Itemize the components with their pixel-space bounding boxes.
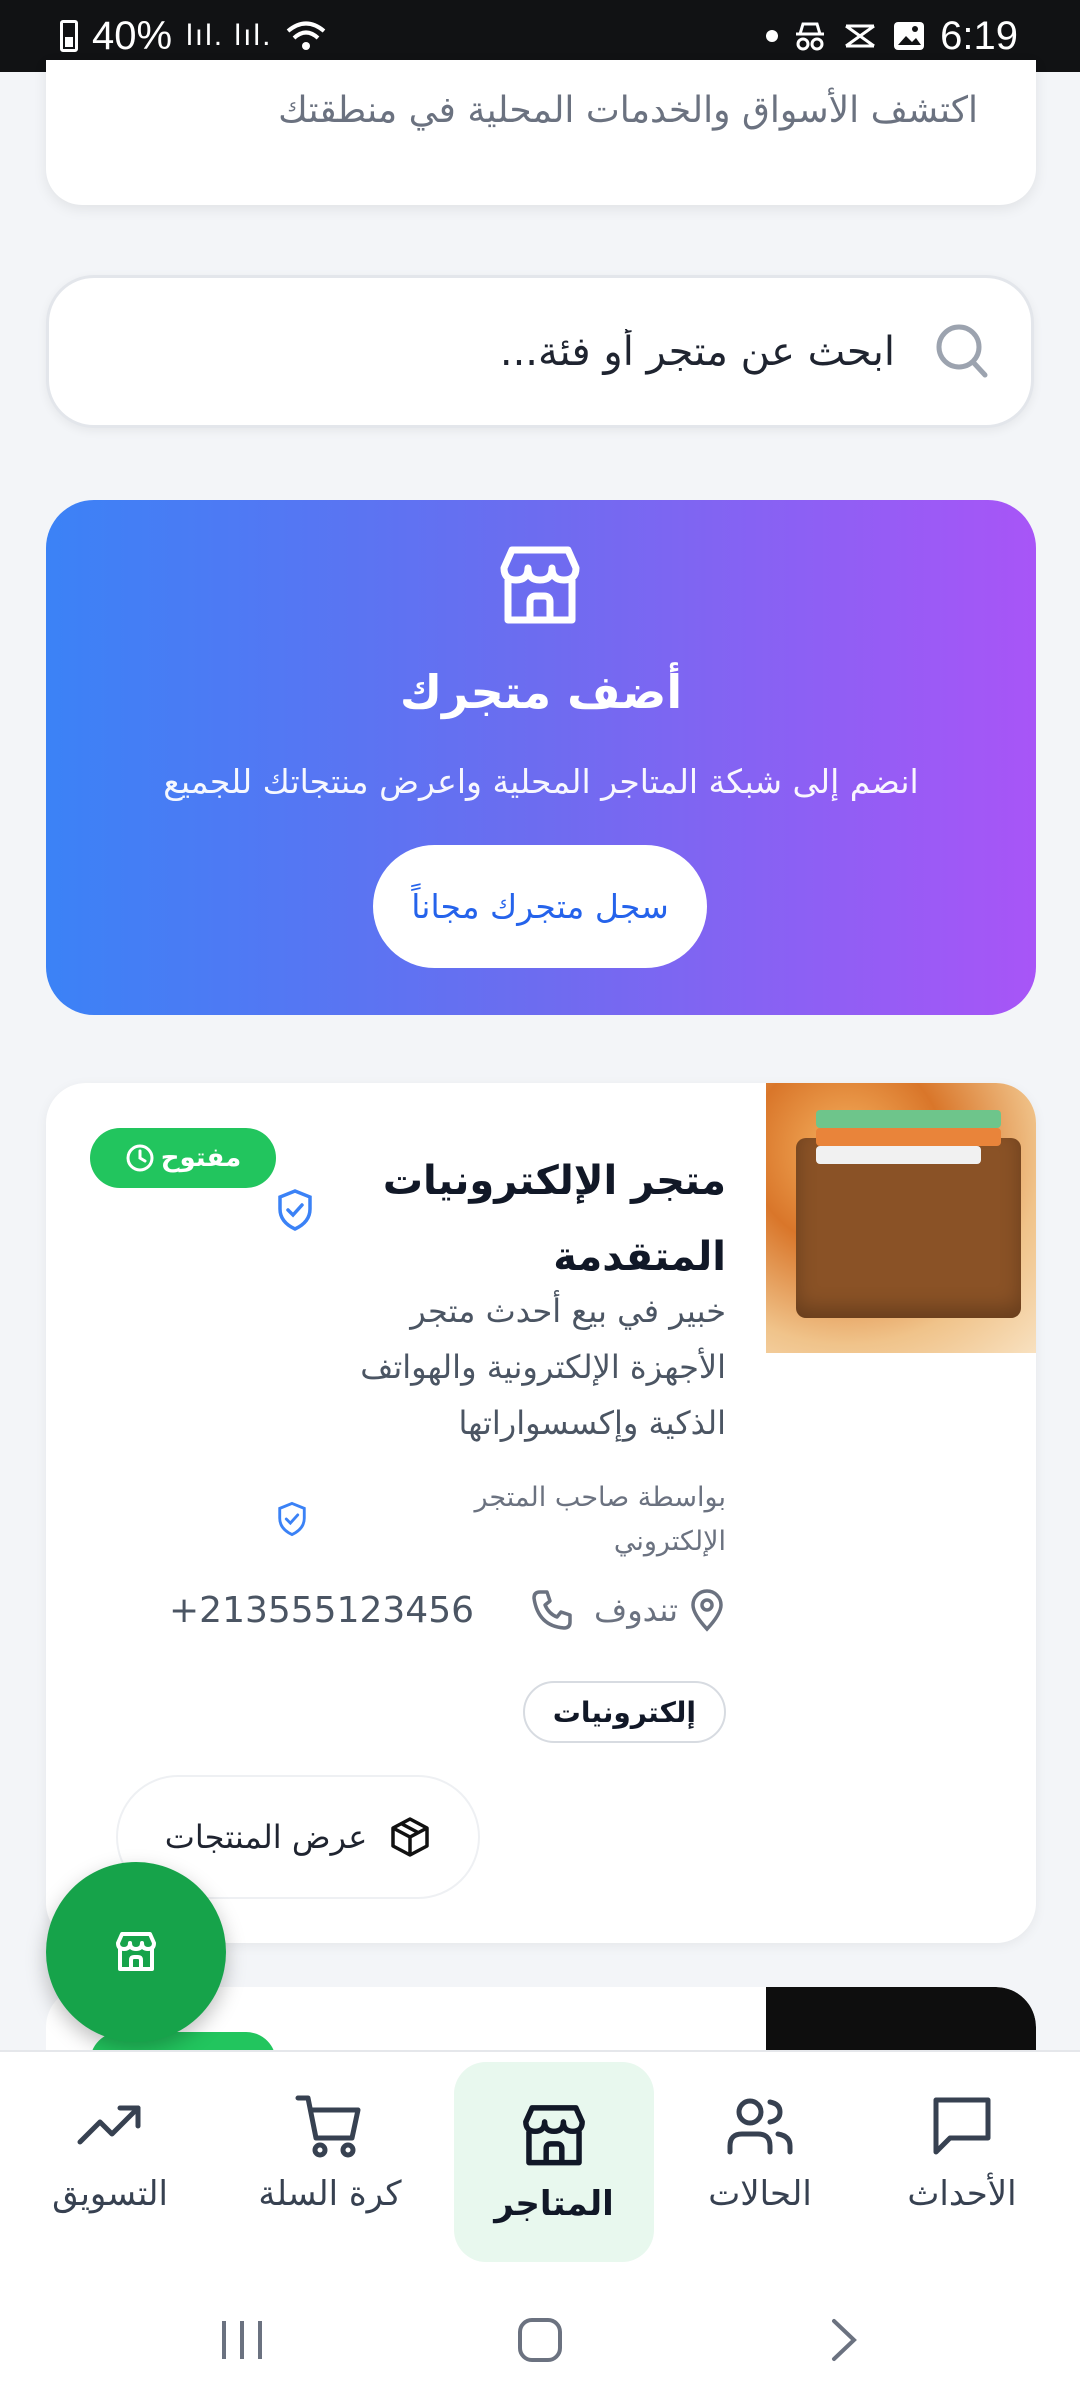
verified-shield-icon: [276, 1188, 314, 1232]
store-owner: بواسطة صاحب المتجر الإلكتروني: [474, 1482, 726, 1557]
cart-icon: [295, 2095, 361, 2158]
bottom-nav: التسويق كرة السلة المتاجر الحالات الأحدا…: [0, 2050, 1080, 2280]
notification-dot-icon: [766, 30, 779, 42]
search-icon: [925, 319, 991, 385]
promo-title: أضف متجرك: [399, 665, 683, 719]
wifi-icon: [287, 21, 326, 50]
intro-subtitle: اكتشف الأسواق والخدمات المحلية في منطقتك: [278, 90, 978, 131]
status-label: مفتوح: [160, 1143, 242, 1173]
system-nav-bar: [0, 2280, 1080, 2400]
location-text: تندوف: [594, 1591, 678, 1629]
intro-card: اكتشف الأسواق والخدمات المحلية في منطقتك: [46, 60, 1036, 205]
nav-item-events[interactable]: الأحداث: [862, 2052, 1062, 2252]
back-icon[interactable]: [826, 2315, 862, 2365]
store-name[interactable]: متجر الإلكترونيات المتقدمة: [346, 1143, 726, 1295]
promo-subtitle: انضم إلى شبكة المتاجر المحلية واعرض منتج…: [163, 762, 919, 801]
status-left: 40% lıl. lıl.: [60, 14, 326, 59]
nav-label: التسويق: [52, 2174, 168, 2214]
store-info-row: تندوف +213555123456: [169, 1588, 726, 1632]
recent-apps-icon[interactable]: [218, 2315, 266, 2365]
gallery-icon: [894, 22, 925, 50]
owner-verified-icon: [276, 1501, 308, 1537]
nav-item-statuses[interactable]: الحالات: [660, 2052, 860, 2252]
nav-label: الحالات: [708, 2174, 812, 2214]
message-icon: [933, 2097, 991, 2155]
capcut-icon: [845, 24, 876, 48]
clock: 6:19: [940, 13, 1018, 58]
nav-item-cart[interactable]: كرة السلة: [220, 2052, 440, 2252]
nav-label: المتاجر: [494, 2184, 614, 2224]
search-input[interactable]: [195, 328, 895, 375]
view-products-label: عرض المنتجات: [164, 1818, 368, 1856]
category-tag[interactable]: إلكترونيات: [522, 1681, 726, 1743]
status-badge: مفتوح: [90, 1128, 276, 1188]
trending-up-icon: [77, 2105, 141, 2145]
phone-icon: [532, 1590, 572, 1630]
home-icon[interactable]: [515, 2315, 565, 2365]
add-store-banner: أضف متجرك انضم إلى شبكة المتاجر المحلية …: [46, 500, 1036, 1015]
clock-icon: [126, 1144, 154, 1172]
package-icon: [391, 1817, 430, 1857]
nav-item-marketing[interactable]: التسويق: [0, 2052, 220, 2252]
users-icon: [727, 2098, 793, 2155]
incognito-icon: [796, 22, 825, 51]
nav-item-stores[interactable]: المتاجر: [454, 2062, 654, 2262]
store-card[interactable]: متجر الإلكترونيات المتقدمة مفتوح خبير في…: [46, 1083, 1036, 1943]
signal-icon: lıl. lıl.: [186, 19, 273, 52]
wallet-image: [796, 1110, 1021, 1318]
store-icon: [500, 546, 580, 624]
nav-label: كرة السلة: [258, 2174, 402, 2214]
battery-level: 40%: [92, 13, 173, 58]
map-pin-icon: [691, 1589, 723, 1632]
phone-text[interactable]: +213555123456: [169, 1590, 474, 1631]
battery-icon: [60, 20, 78, 52]
store-icon: [116, 1932, 156, 1971]
store-icon: [523, 2105, 585, 2166]
store-image: [766, 1083, 1036, 1353]
phone[interactable]: +213555123456: [169, 1588, 574, 1632]
register-store-button[interactable]: سجل متجرك مجاناً: [373, 845, 707, 968]
store-fab-button[interactable]: [46, 1862, 226, 2042]
search-bar[interactable]: [46, 275, 1034, 428]
store-description: خبير في بيع أحدث متجر الأجهزة الإلكتروني…: [360, 1292, 726, 1442]
status-right: 6:19: [766, 14, 1018, 59]
location: تندوف: [594, 1588, 726, 1632]
nav-label: الأحداث: [907, 2174, 1017, 2214]
